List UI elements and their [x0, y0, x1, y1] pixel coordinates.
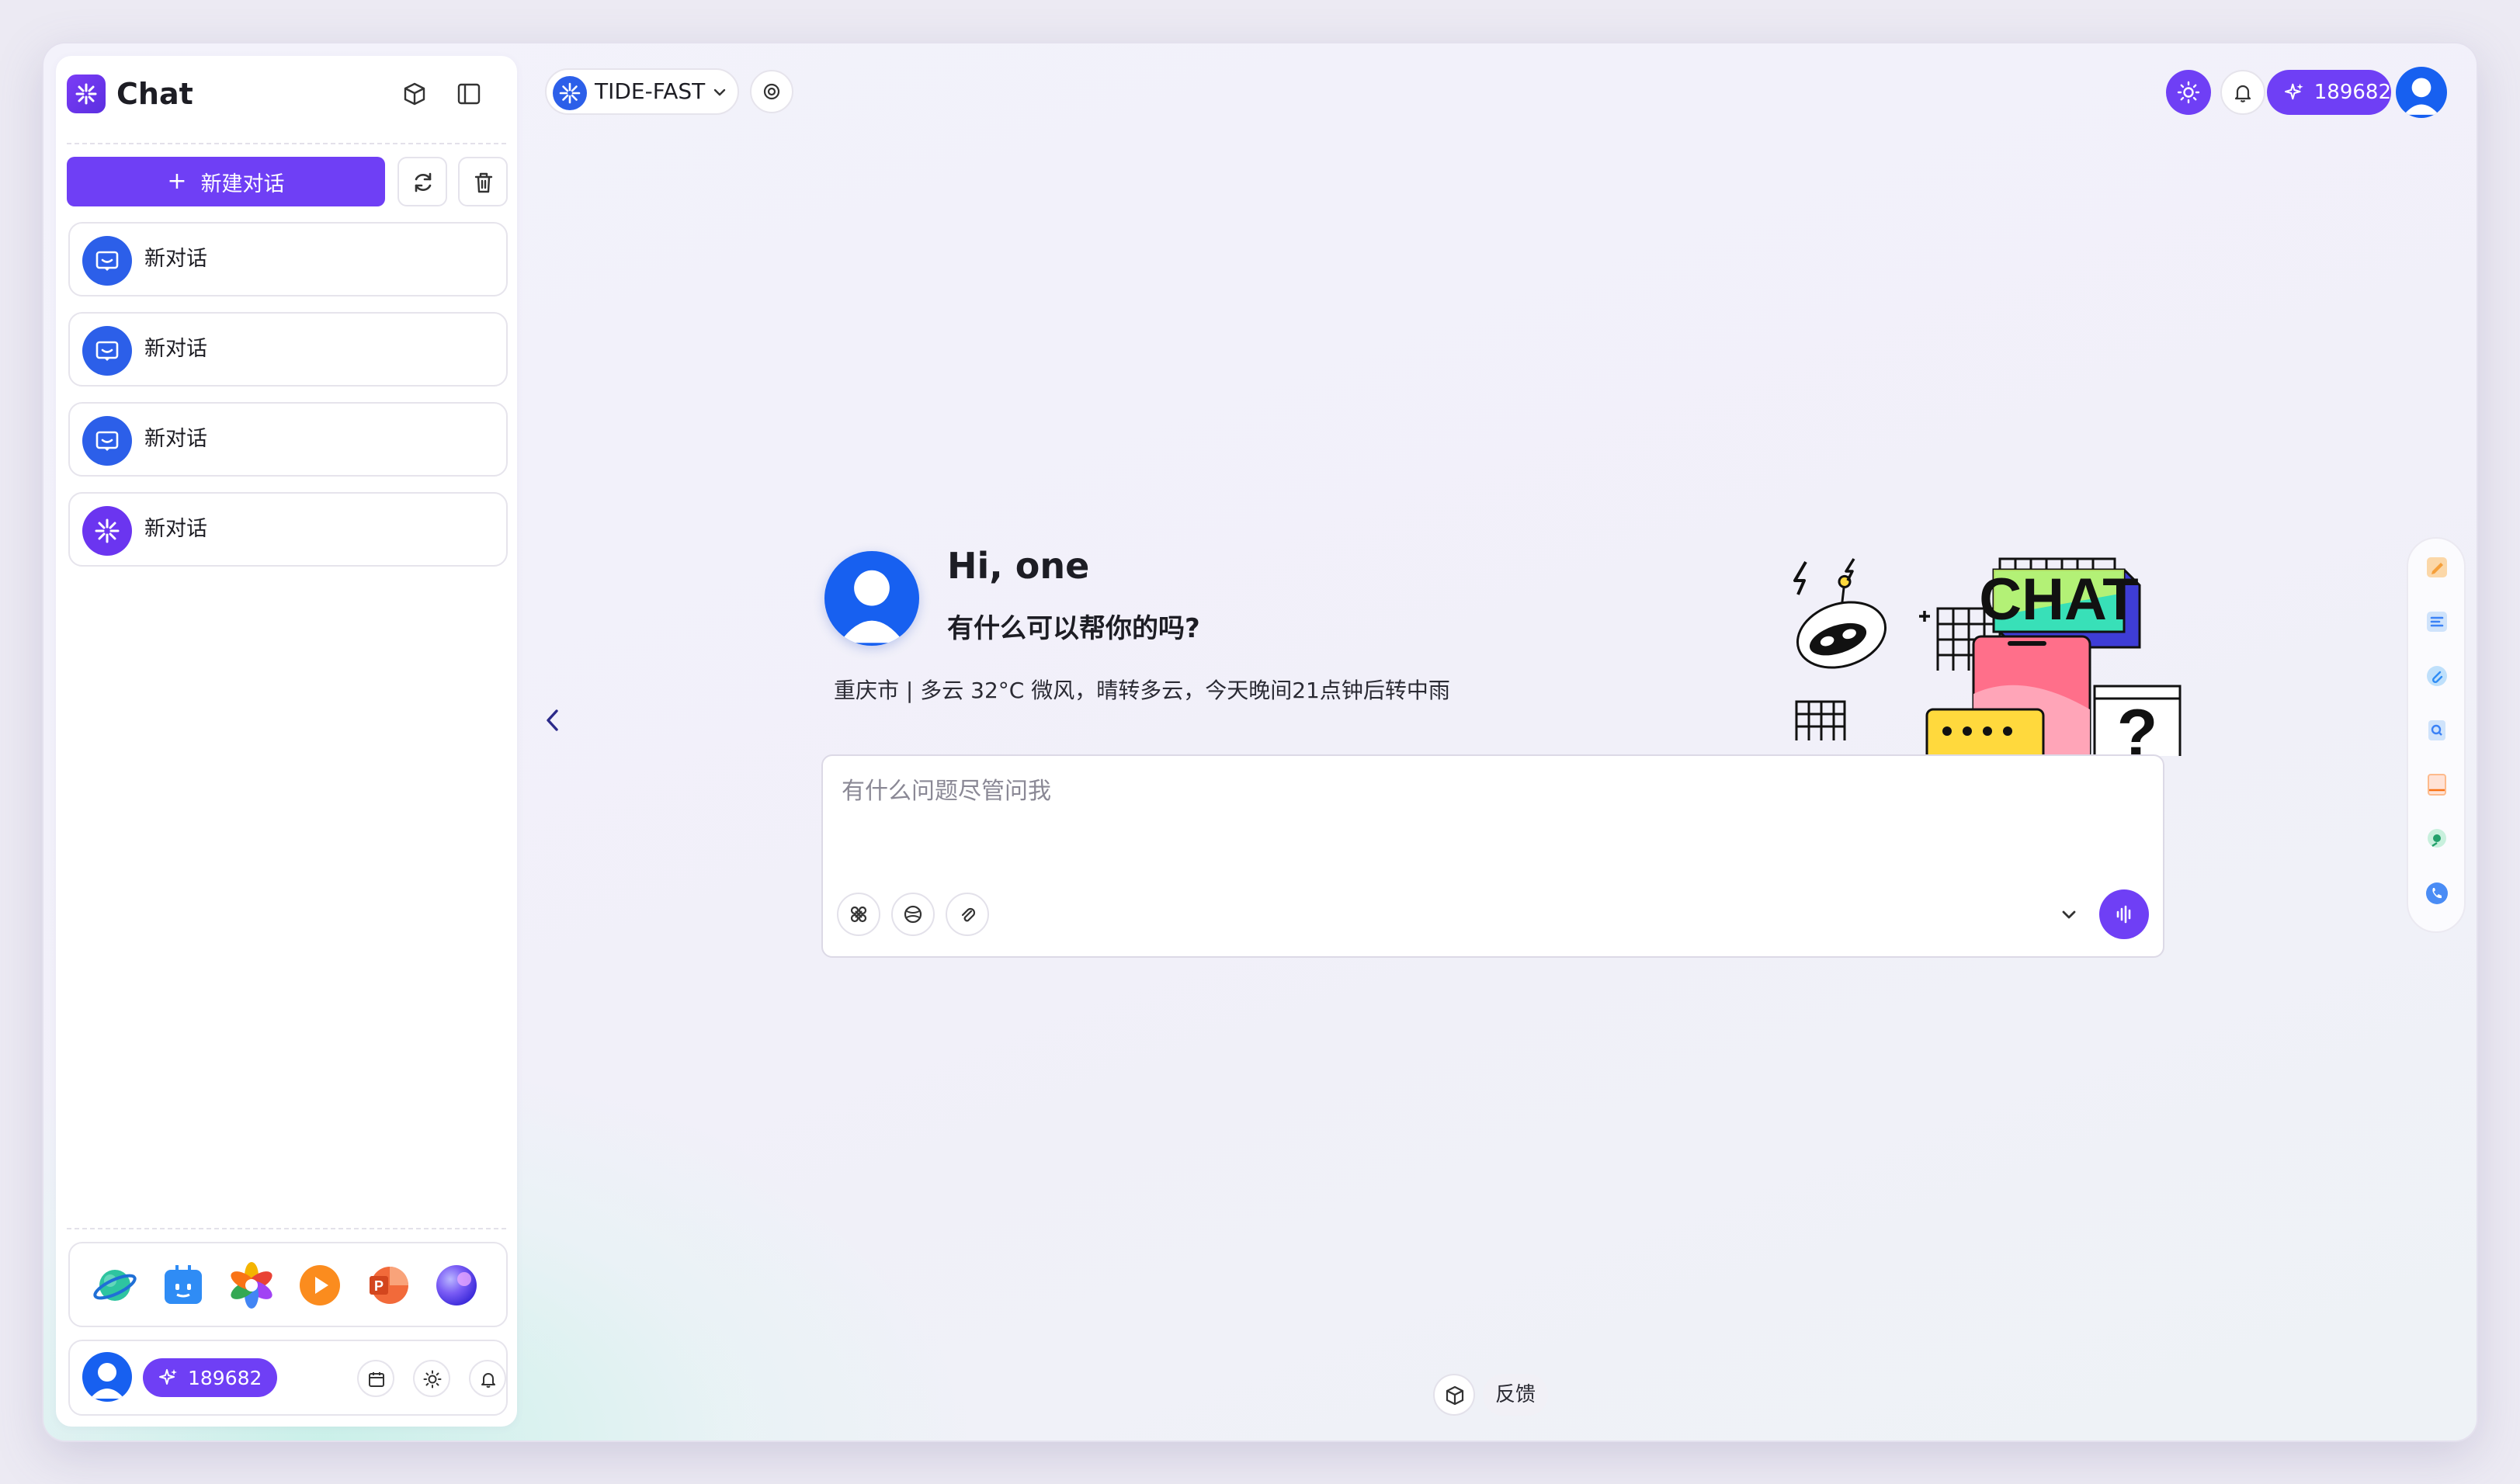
chevron-down-icon[interactable]	[2057, 903, 2081, 927]
calendar-button[interactable]	[357, 1360, 394, 1397]
bell-icon	[2234, 85, 2251, 102]
right-tool-rail	[2407, 537, 2466, 933]
sun-icon	[423, 1370, 442, 1389]
conversation-item[interactable]: 新对话	[68, 402, 508, 477]
conversation-item[interactable]: 新对话	[68, 492, 508, 567]
plus-icon: +	[167, 168, 187, 195]
model-name: TIDE-FAST	[595, 78, 706, 104]
feedback-button[interactable]: 反馈	[1483, 1374, 1549, 1416]
conversation-label: 新对话	[144, 517, 207, 541]
welcome-subtitle: 有什么可以帮你的吗?	[947, 613, 1200, 644]
tool-button-web[interactable]	[891, 893, 935, 936]
credits-badge[interactable]: 189682	[2267, 70, 2391, 115]
chat-illustration: CHAT ?	[1793, 557, 2182, 756]
chat-bubble-green-icon[interactable]	[2424, 826, 2450, 852]
assistant-avatar	[824, 551, 919, 646]
powerpoint-app-icon[interactable]: P	[365, 1262, 411, 1309]
conversation-label: 新对话	[144, 247, 207, 271]
message-input[interactable]: 有什么问题尽管问我	[842, 771, 1051, 806]
tool-button-plugin[interactable]	[837, 893, 880, 936]
conversation-item[interactable]: 新对话	[68, 222, 508, 296]
robot-app-icon[interactable]	[160, 1262, 207, 1309]
refresh-button[interactable]	[397, 157, 447, 206]
sparkle-icon	[159, 1369, 177, 1385]
aperture-logo-icon	[553, 76, 587, 110]
user-bar: 189682	[68, 1340, 508, 1416]
notification-button[interactable]	[469, 1360, 506, 1397]
message-composer[interactable]: 有什么问题尽管问我	[821, 754, 2164, 958]
voice-send-button[interactable]	[2099, 889, 2149, 939]
new-chat-label: 新建对话	[200, 172, 285, 196]
credits-value: 189682	[2313, 81, 2391, 104]
user-avatar[interactable]	[82, 1352, 132, 1402]
conversation-label: 新对话	[144, 337, 207, 361]
greeting: Hi, one	[947, 545, 1090, 587]
divider	[67, 1228, 506, 1229]
cube-button[interactable]	[1433, 1374, 1475, 1416]
attachment-icon[interactable]	[2424, 663, 2450, 689]
divider	[67, 143, 506, 144]
cube-icon	[1446, 1385, 1464, 1406]
conversation-item[interactable]: 新对话	[68, 312, 508, 387]
attach-button[interactable]	[946, 893, 989, 936]
chat-bubble-icon	[82, 416, 132, 466]
weather-info: 重庆市 | 多云 32°C 微风，晴转多云，今天晚间21点钟后转中雨	[834, 678, 1450, 703]
calendar-icon	[369, 1372, 384, 1387]
document-icon[interactable]	[2424, 771, 2450, 798]
conversation-label: 新对话	[144, 427, 207, 451]
refresh-icon	[415, 172, 432, 192]
plugin-icon	[850, 906, 867, 923]
note-icon[interactable]	[2424, 554, 2450, 581]
chevron-down-icon	[713, 88, 726, 96]
list-icon[interactable]	[2424, 609, 2450, 635]
phone-icon[interactable]	[2424, 880, 2450, 907]
globe-icon	[904, 905, 922, 924]
orb-app-icon[interactable]	[433, 1262, 480, 1309]
illustration-text: CHAT	[1979, 567, 2138, 633]
sidebar-header: Chat	[56, 56, 517, 143]
bell-icon	[481, 1373, 495, 1388]
delete-button[interactable]	[458, 157, 508, 206]
model-settings-button[interactable]	[750, 70, 793, 113]
svg-text:P: P	[374, 1278, 384, 1294]
cube-icon[interactable]	[401, 80, 429, 108]
planet-app-icon[interactable]	[92, 1262, 138, 1309]
sidebar: Chat + 新建对话 新对话 新对话 新对话 新对话 P 189682	[56, 56, 517, 1427]
video-app-icon[interactable]	[297, 1262, 343, 1309]
app-logo-icon	[67, 75, 106, 113]
audio-wave-icon	[2116, 905, 2131, 924]
theme-button[interactable]	[413, 1360, 450, 1397]
app-window: Chat + 新建对话 新对话 新对话 新对话 新对话 P 189682 TID…	[43, 43, 2477, 1441]
model-selector[interactable]: TIDE-FAST	[545, 68, 739, 115]
user-avatar[interactable]	[2396, 67, 2447, 118]
notification-button[interactable]	[2220, 70, 2265, 115]
chat-bubble-icon	[82, 326, 132, 376]
theme-toggle-button[interactable]	[2166, 70, 2211, 115]
chat-bubble-icon	[82, 236, 132, 286]
svg-text:?: ?	[2117, 696, 2158, 756]
trash-icon	[474, 172, 493, 193]
sun-icon	[2177, 81, 2200, 104]
search-doc-icon[interactable]	[2424, 717, 2450, 744]
app-launcher: P	[68, 1242, 508, 1327]
credits-badge[interactable]: 189682	[143, 1358, 278, 1397]
new-chat-button[interactable]: + 新建对话	[67, 157, 385, 206]
sparkle-icon	[2285, 83, 2303, 100]
credits-value: 189682	[188, 1366, 262, 1389]
sidebar-toggle-icon[interactable]	[455, 80, 483, 108]
chevron-left-icon[interactable]	[540, 705, 565, 736]
paperclip-icon	[961, 907, 976, 922]
settings-icon	[763, 83, 780, 100]
aperture-logo-icon	[82, 506, 132, 556]
photos-app-icon[interactable]	[228, 1262, 275, 1309]
app-title: Chat	[116, 77, 193, 111]
